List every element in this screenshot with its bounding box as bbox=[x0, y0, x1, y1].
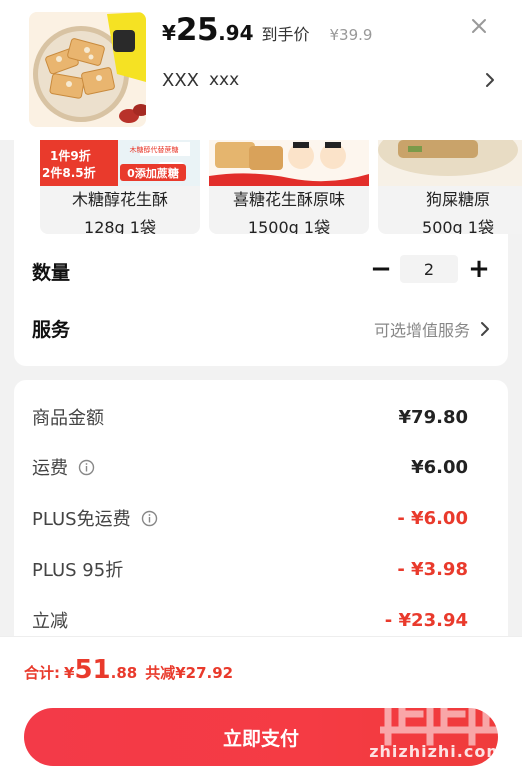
fee-amount: ¥79.80 bbox=[398, 406, 468, 428]
quantity-stepper: − 2 + bbox=[368, 255, 492, 283]
watermark-text: zhizhizhi.com bbox=[369, 742, 504, 761]
chevron-right-icon bbox=[486, 73, 494, 87]
sheet-header: ¥ 25 .94 到手价 ¥39.9 XXX xxx bbox=[0, 0, 522, 140]
fee-amount: - ¥23.94 bbox=[384, 609, 468, 631]
total-integer: 51 bbox=[74, 655, 111, 685]
price-currency: ¥ bbox=[162, 21, 176, 45]
variant-image bbox=[209, 140, 369, 186]
address-detail: xxx bbox=[209, 70, 240, 90]
close-icon bbox=[472, 19, 486, 33]
fee-row-instant-discount: 立减 - ¥23.94 bbox=[32, 605, 468, 635]
quantity-value[interactable]: 2 bbox=[400, 255, 458, 283]
decrease-button[interactable]: − bbox=[368, 256, 394, 282]
fee-amount: - ¥3.98 bbox=[397, 558, 468, 580]
variant-name: 狗屎糖原 bbox=[425, 190, 490, 209]
fee-row-plus-shipping: PLUS免运费 - ¥6.00 bbox=[32, 503, 468, 533]
total-decimal: .88 bbox=[110, 664, 138, 682]
fee-row-subtotal: 商品金额 ¥79.80 bbox=[32, 402, 468, 432]
fee-label: PLUS 95折 bbox=[32, 560, 124, 581]
fee-breakdown: 商品金额 ¥79.80 运费 ¥6.00 PLUS免运费 - ¥6.00 PLU… bbox=[14, 380, 508, 640]
service-row[interactable]: 服务 可选增值服务 bbox=[32, 313, 492, 343]
total-currency: ¥ bbox=[64, 664, 75, 682]
chevron-right-icon bbox=[481, 322, 489, 336]
variant-spec: 1500g 1袋 bbox=[247, 218, 331, 234]
product-thumbnail bbox=[29, 12, 146, 127]
increase-button[interactable]: + bbox=[466, 256, 492, 282]
price-tag: 到手价 bbox=[261, 25, 310, 44]
address-name: XXX bbox=[162, 69, 199, 91]
price-block: ¥ 25 .94 到手价 ¥39.9 bbox=[162, 12, 372, 50]
variant-option[interactable]: 狗屎糖原 500g 1袋 bbox=[378, 140, 522, 234]
order-total: 合计: ¥ 51 .88 共减¥27.92 bbox=[24, 655, 233, 685]
fee-label: 运费 bbox=[32, 458, 68, 479]
fee-label: PLUS免运费 bbox=[32, 509, 131, 530]
service-selector[interactable]: 可选增值服务 bbox=[374, 317, 492, 341]
quantity-label: 数量 bbox=[32, 261, 71, 284]
variant-option[interactable]: 喜糖花生酥原味 1500g 1袋 bbox=[209, 140, 369, 234]
service-label: 服务 bbox=[32, 318, 71, 341]
close-button[interactable] bbox=[466, 13, 492, 39]
total-saved: 共减¥27.92 bbox=[145, 664, 234, 682]
fee-label: 立减 bbox=[32, 611, 68, 632]
fee-label: 商品金额 bbox=[32, 408, 104, 429]
quantity-row: 数量 − 2 + bbox=[32, 255, 492, 286]
fee-amount: ¥6.00 bbox=[411, 456, 468, 478]
service-value: 可选增值服务 bbox=[373, 321, 470, 340]
total-label: 合计: bbox=[24, 664, 60, 682]
info-icon[interactable] bbox=[141, 510, 158, 527]
address-selector[interactable]: XXX xxx bbox=[162, 66, 498, 94]
variant-name: 喜糖花生酥原味 bbox=[232, 190, 345, 209]
promo-discount-2: 2件8.5折 bbox=[42, 166, 96, 180]
variant-name: 木糖醇花生酥 bbox=[71, 190, 168, 209]
variant-spec: 500g 1袋 bbox=[422, 218, 494, 234]
promo-discount-1: 1件9折 bbox=[50, 149, 91, 163]
promo-note: 木糖醇代替蔗糖 bbox=[129, 146, 179, 154]
info-icon[interactable] bbox=[78, 459, 95, 476]
price-integer: 25 bbox=[175, 12, 219, 48]
fee-amount: - ¥6.00 bbox=[397, 507, 468, 529]
price-decimal: .94 bbox=[218, 21, 254, 45]
variant-spec: 128g 1袋 bbox=[84, 218, 156, 234]
promo-no-sugar: 0添加蔗糖 bbox=[120, 164, 186, 181]
variant-option[interactable]: 1件9折 2件8.5折 0添加蔗糖 木糖醇代替蔗糖 木糖醇花生酥 128g 1袋 bbox=[40, 140, 200, 234]
variant-list: 1件9折 2件8.5折 0添加蔗糖 木糖醇代替蔗糖 木糖醇花生酥 128g 1袋… bbox=[40, 140, 522, 236]
fee-row-shipping: 运费 ¥6.00 bbox=[32, 452, 468, 482]
fee-row-plus-discount: PLUS 95折 - ¥3.98 bbox=[32, 554, 468, 584]
original-price: ¥39.9 bbox=[329, 26, 373, 44]
variant-image bbox=[378, 140, 522, 186]
